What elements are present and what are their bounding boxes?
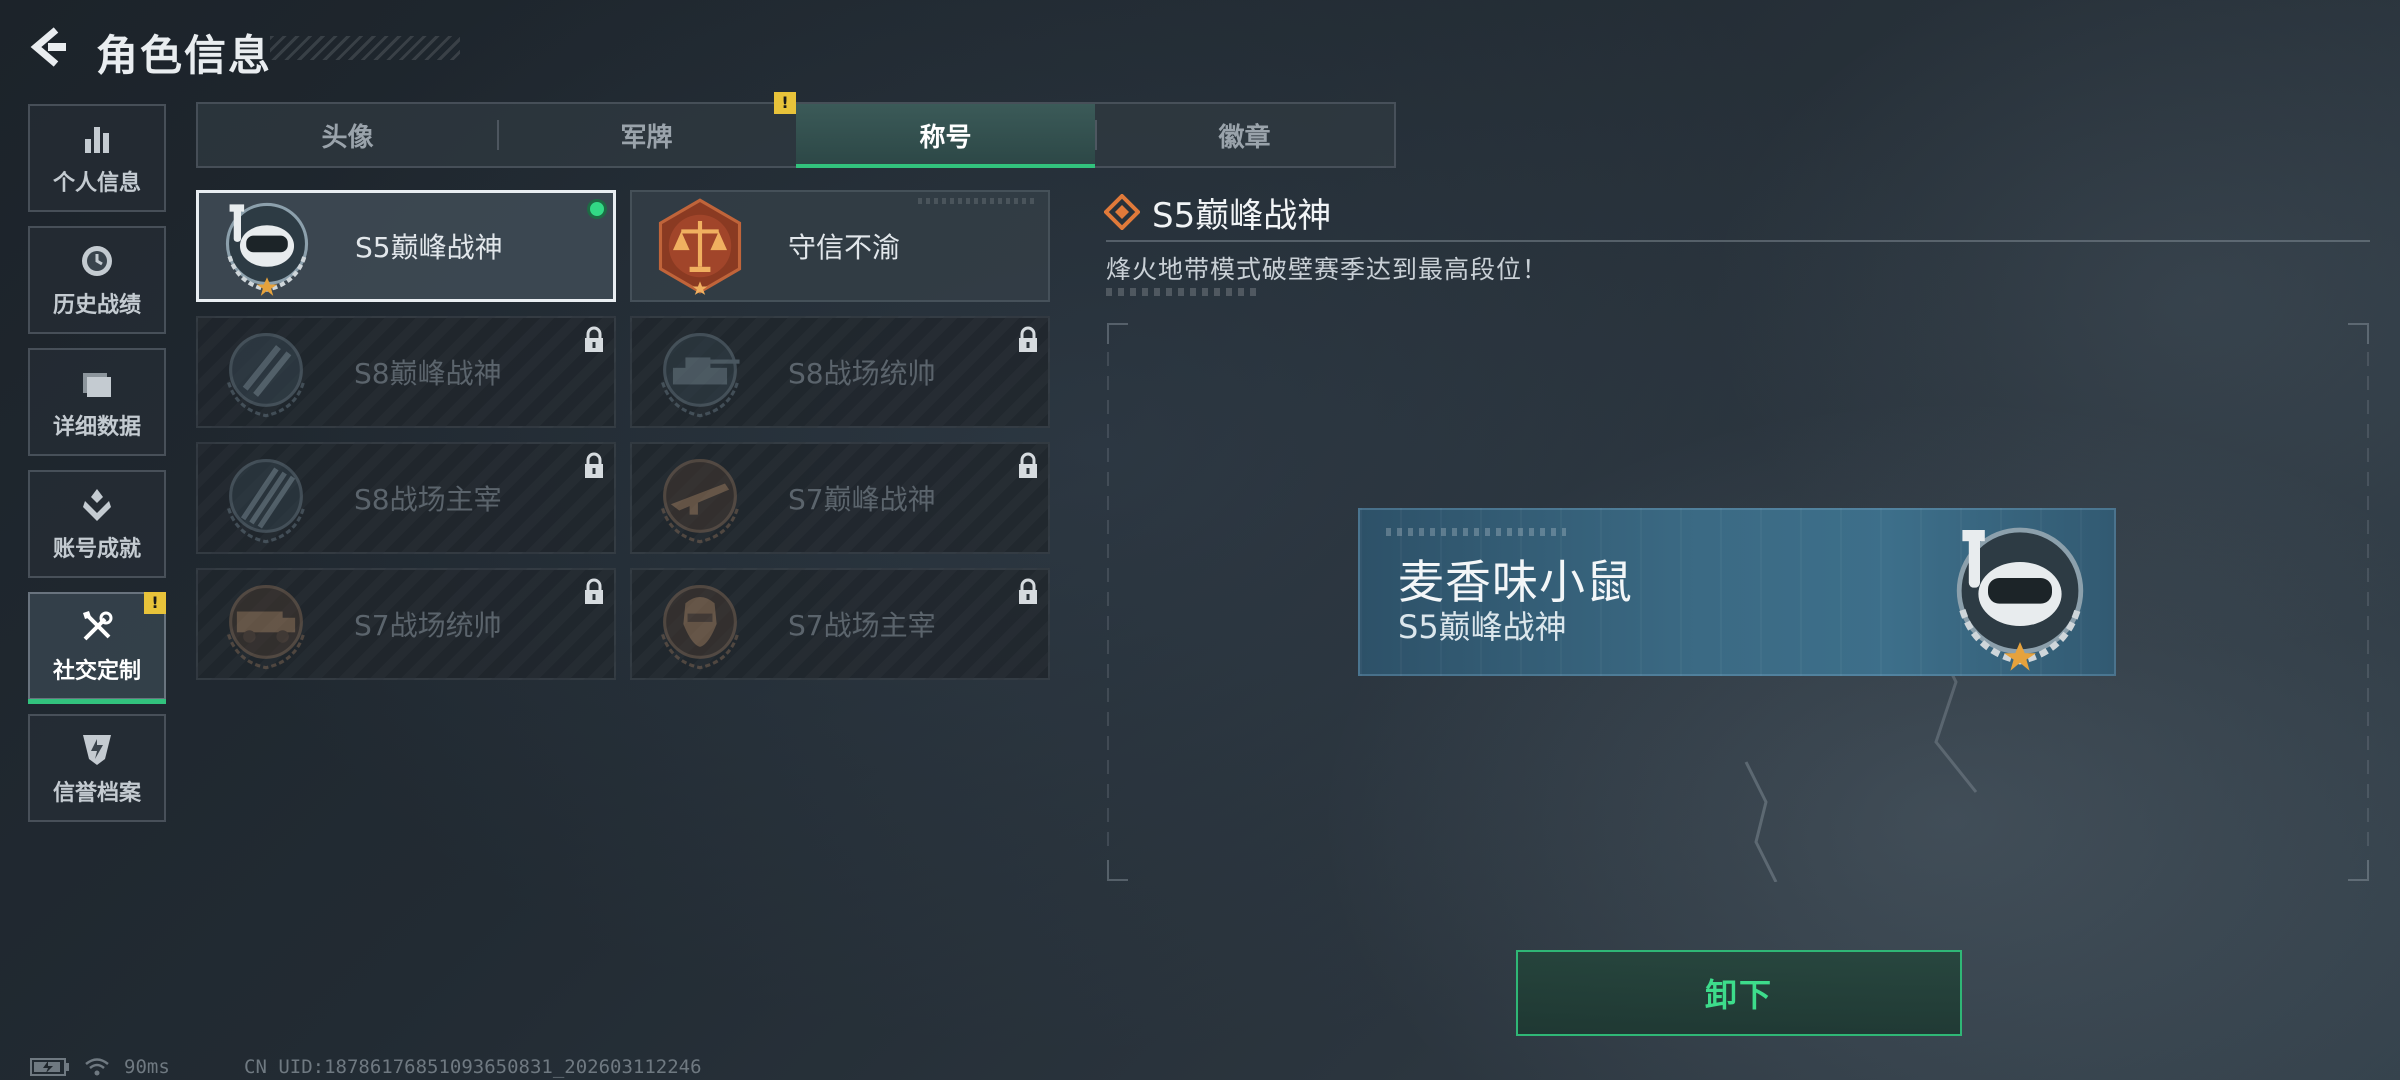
lock-icon [585, 452, 603, 478]
status-bar: 90ms [30, 1056, 170, 1078]
nameplate-preview: 麦香味小鼠 S5巅峰战神 [1358, 508, 2116, 676]
tab-dog-tag[interactable]: 军牌 [497, 104, 796, 166]
lock-icon [1019, 452, 1037, 478]
equipped-indicator [587, 199, 607, 219]
diver-mask-emblem-icon [1956, 527, 2084, 671]
scales-emblem-icon [658, 198, 742, 295]
card-label: S7战场统帅 [354, 609, 502, 642]
chevron-left-icon [30, 27, 66, 67]
lock-icon [585, 578, 603, 604]
card-label: S5巅峰战神 [355, 231, 503, 264]
lock-icon [1019, 326, 1037, 352]
nav-label: 个人信息 [52, 171, 141, 196]
latency-text: 90ms [124, 1056, 170, 1078]
nav-item-reputation[interactable]: 信誉档案 [28, 714, 166, 822]
nav-label: 信誉档案 [52, 781, 141, 806]
diver-mask-emblem-icon [225, 202, 309, 296]
title-card-s8-dominator[interactable]: S8战场主宰 [196, 442, 616, 554]
tank-emblem-icon [661, 333, 740, 418]
card-label: S7战场主宰 [788, 609, 936, 642]
card-label: 守信不渝 [788, 231, 901, 264]
back-button[interactable] [26, 24, 72, 70]
title-decoration [270, 36, 460, 60]
nav-item-history[interactable]: 历史战绩 [28, 226, 166, 334]
tab-avatar[interactable]: 头像 [198, 104, 497, 166]
soldier-emblem-icon [661, 585, 739, 670]
tools-icon [83, 611, 113, 641]
page-title: 角色信息 [96, 31, 273, 80]
title-card-s7-peak[interactable]: S7巅峰战神 [630, 442, 1050, 554]
detail-description: 烽火地带模式破壁赛季达到最高段位！ [1106, 255, 1549, 284]
card-label: S8巅峰战神 [354, 357, 502, 390]
achievement-icon [83, 489, 111, 521]
title-card-s7-commander[interactable]: S7战场统帅 [196, 568, 616, 680]
unequip-button[interactable]: 卸下 [1516, 950, 1962, 1036]
nav-label: 账号成就 [52, 537, 141, 562]
shield-icon [83, 735, 111, 765]
nav-label: 详细数据 [52, 415, 141, 440]
title-card-integrity[interactable]: 守信不渝 [630, 190, 1050, 302]
nav-item-achievements[interactable]: 账号成就 [28, 470, 166, 578]
nav-item-personal-info[interactable]: 个人信息 [28, 104, 166, 212]
truck-emblem-icon [227, 585, 305, 670]
tab-label: 徽章 [1218, 122, 1271, 153]
lock-icon [1019, 578, 1037, 604]
nameplate-title: S5巅峰战神 [1398, 608, 1567, 646]
uid-text: CN UID:18786176851093650831_202603112246 [244, 1056, 702, 1078]
lock-icon [585, 326, 603, 352]
slash-emblem-icon [227, 333, 305, 418]
card-label: S8战场主宰 [354, 483, 502, 516]
title-card-s5-peak[interactable]: S5巅峰战神 [196, 190, 616, 302]
nav-item-social-custom[interactable]: 社交定制 ! [28, 592, 166, 704]
detail-title: S5巅峰战神 [1152, 196, 1332, 236]
missile-emblem-icon [227, 459, 305, 544]
title-card-s7-dominator[interactable]: S7战场主宰 [630, 568, 1050, 680]
tab-title[interactable]: 称号 [796, 104, 1095, 168]
tab-label: 军牌 [620, 122, 673, 153]
category-tabs: 头像 军牌 称号 徽章 [196, 102, 1396, 168]
clock-icon [82, 246, 112, 276]
decorative-code [1106, 288, 1256, 296]
nav-item-detailed-data[interactable]: 详细数据 [28, 348, 166, 456]
folder-icon [83, 373, 111, 397]
card-label: S7巅峰战神 [788, 483, 936, 516]
card-decoration [918, 198, 1038, 204]
nav-label: 社交定制 [52, 659, 141, 684]
warning-badge: ! [144, 592, 166, 614]
title-card-s8-commander[interactable]: S8战场统帅 [630, 316, 1050, 428]
bar-chart-icon [85, 127, 109, 153]
tab-label: 头像 [321, 122, 374, 153]
divider [1106, 240, 2370, 242]
title-card-s8-peak[interactable]: S8巅峰战神 [196, 316, 616, 428]
decorative-code [1386, 528, 1566, 536]
diamond-icon [1104, 194, 1140, 230]
wifi-icon [85, 1058, 109, 1076]
tab-label: 称号 [919, 122, 972, 153]
battery-icon [30, 1058, 69, 1076]
nav-label: 历史战绩 [52, 293, 141, 318]
card-label: S8战场统帅 [788, 357, 936, 390]
warning-badge: ! [774, 92, 796, 114]
rifle-emblem-icon [661, 459, 739, 544]
tab-badge[interactable]: 徽章 [1095, 104, 1394, 166]
